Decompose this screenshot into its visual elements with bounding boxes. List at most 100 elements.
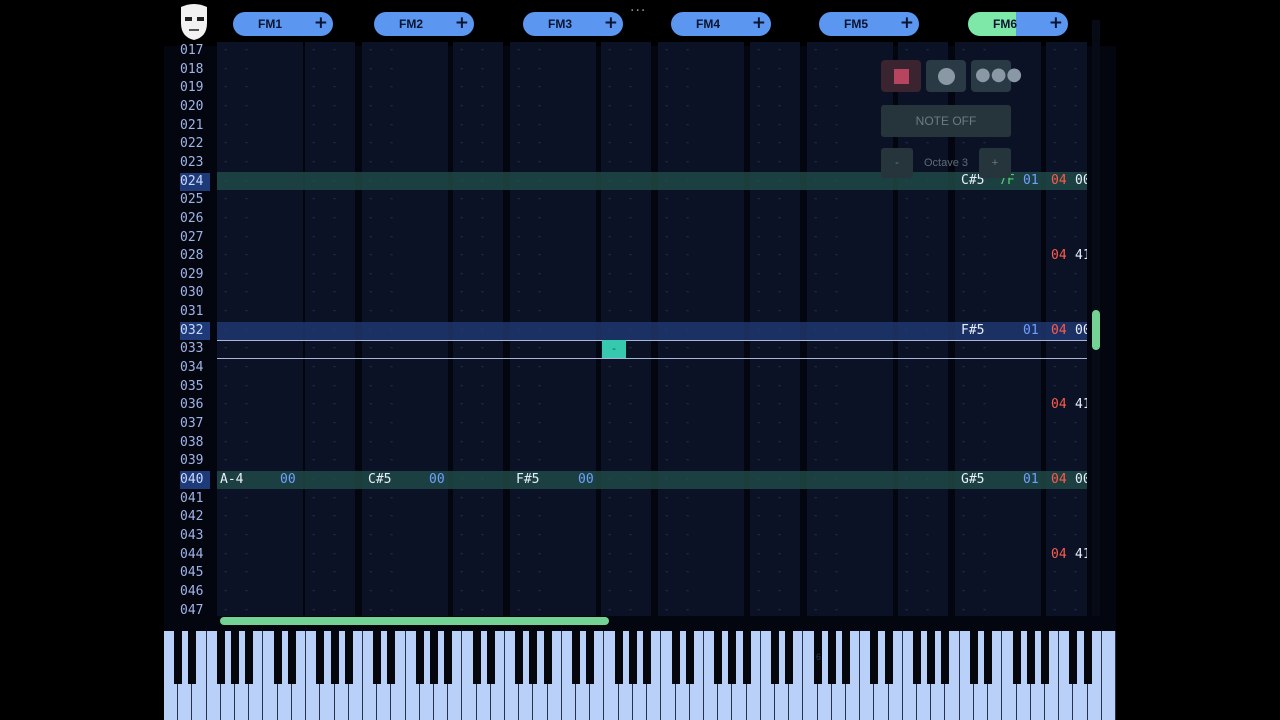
- tab-fm1[interactable]: FM1 +: [233, 12, 333, 36]
- tab-fm6[interactable]: FM6 +: [968, 12, 1068, 36]
- black-key[interactable]: [486, 631, 495, 684]
- black-key[interactable]: [344, 631, 353, 684]
- volume-cell[interactable]: 00: [280, 471, 296, 489]
- row-040[interactable]: [217, 471, 1087, 489]
- black-key[interactable]: [515, 631, 524, 684]
- row-number[interactable]: 046: [180, 583, 210, 601]
- row-number[interactable]: 039: [180, 452, 210, 470]
- black-key[interactable]: [827, 631, 836, 684]
- row-number[interactable]: 033: [180, 340, 210, 358]
- black-key[interactable]: [685, 631, 694, 684]
- add-icon[interactable]: +: [752, 13, 766, 33]
- black-key[interactable]: [984, 631, 993, 684]
- black-key[interactable]: [231, 631, 240, 684]
- effect-cell[interactable]: 04: [1051, 247, 1067, 265]
- tab-fm4[interactable]: FM4 +: [671, 12, 771, 36]
- horizontal-scrollbar[interactable]: [220, 617, 609, 625]
- row-number[interactable]: 018: [180, 61, 210, 79]
- add-icon[interactable]: +: [314, 13, 328, 33]
- black-key[interactable]: [842, 631, 851, 684]
- more-dots-icon[interactable]: ···: [630, 3, 646, 19]
- row-number[interactable]: 035: [180, 378, 210, 396]
- black-key[interactable]: [429, 631, 438, 684]
- effect-value-cell[interactable]: 41: [1075, 546, 1087, 564]
- row-number[interactable]: 047: [180, 602, 210, 620]
- black-key[interactable]: [472, 631, 481, 684]
- effect-cell[interactable]: 04: [1051, 172, 1067, 190]
- black-key[interactable]: [884, 631, 893, 684]
- black-key[interactable]: [1040, 631, 1049, 684]
- effect-value-cell[interactable]: 41: [1075, 396, 1087, 414]
- note-off-button[interactable]: NOTE OFF: [881, 105, 1011, 137]
- black-key[interactable]: [188, 631, 197, 684]
- black-key[interactable]: [927, 631, 936, 684]
- add-icon[interactable]: +: [900, 13, 914, 33]
- black-key[interactable]: [1026, 631, 1035, 684]
- black-key[interactable]: [1012, 631, 1021, 684]
- volume-cell[interactable]: 00: [429, 471, 445, 489]
- row-number[interactable]: 032: [180, 321, 210, 340]
- effect-value-cell[interactable]: 41: [1075, 247, 1087, 265]
- stop-button[interactable]: [881, 60, 921, 92]
- volume-cell[interactable]: 01: [1023, 471, 1039, 489]
- row-number[interactable]: 017: [180, 42, 210, 60]
- row-number[interactable]: 034: [180, 359, 210, 377]
- record-button[interactable]: [926, 60, 966, 92]
- white-key[interactable]: [1101, 631, 1116, 720]
- more-options-button[interactable]: ●●●: [971, 60, 1022, 92]
- row-number[interactable]: 022: [180, 135, 210, 153]
- black-key[interactable]: [728, 631, 737, 684]
- row-number[interactable]: 024: [180, 172, 210, 191]
- piano-keyboard[interactable]: 6: [164, 631, 1116, 720]
- note-cell[interactable]: F#5: [961, 322, 984, 340]
- add-icon[interactable]: +: [604, 13, 618, 33]
- row-number[interactable]: 020: [180, 98, 210, 116]
- black-key[interactable]: [870, 631, 879, 684]
- effect-value-cell[interactable]: 00: [1075, 172, 1087, 190]
- black-key[interactable]: [444, 631, 453, 684]
- row-number[interactable]: 037: [180, 415, 210, 433]
- note-cell[interactable]: F#5: [516, 471, 539, 489]
- effect-value-cell[interactable]: 00: [1075, 322, 1087, 340]
- volume-cell[interactable]: 01: [1023, 172, 1039, 190]
- row-number[interactable]: 029: [180, 266, 210, 284]
- row-number[interactable]: 042: [180, 508, 210, 526]
- black-key[interactable]: [373, 631, 382, 684]
- note-cell[interactable]: A-4: [220, 471, 243, 489]
- black-key[interactable]: [572, 631, 581, 684]
- row-number[interactable]: 023: [180, 154, 210, 172]
- effect-cell[interactable]: 04: [1051, 322, 1067, 340]
- black-key[interactable]: [671, 631, 680, 684]
- black-key[interactable]: [287, 631, 296, 684]
- row-number[interactable]: 028: [180, 247, 210, 265]
- row-032[interactable]: [217, 322, 1087, 340]
- black-key[interactable]: [529, 631, 538, 684]
- black-key[interactable]: [614, 631, 623, 684]
- note-cell[interactable]: C#5: [368, 471, 391, 489]
- octave-down-button[interactable]: -: [881, 148, 913, 178]
- effect-value-cell[interactable]: 00: [1075, 471, 1087, 489]
- row-number[interactable]: 038: [180, 434, 210, 452]
- note-cell[interactable]: G#5: [961, 471, 984, 489]
- row-number[interactable]: 026: [180, 210, 210, 228]
- row-number[interactable]: 027: [180, 229, 210, 247]
- black-key[interactable]: [1083, 631, 1092, 684]
- black-key[interactable]: [586, 631, 595, 684]
- octave-up-button[interactable]: +: [979, 148, 1011, 178]
- mask-logo-icon[interactable]: [177, 3, 211, 41]
- row-number[interactable]: 021: [180, 117, 210, 135]
- black-key[interactable]: [543, 631, 552, 684]
- row-number[interactable]: 036: [180, 396, 210, 414]
- black-key[interactable]: [273, 631, 282, 684]
- black-key[interactable]: [913, 631, 922, 684]
- row-number[interactable]: 044: [180, 546, 210, 564]
- black-key[interactable]: [387, 631, 396, 684]
- add-icon[interactable]: +: [455, 13, 469, 33]
- edit-cursor[interactable]: -: [602, 340, 626, 358]
- black-key[interactable]: [316, 631, 325, 684]
- black-key[interactable]: [216, 631, 225, 684]
- black-key[interactable]: [941, 631, 950, 684]
- add-icon[interactable]: +: [1049, 13, 1063, 33]
- black-key[interactable]: [785, 631, 794, 684]
- row-number[interactable]: 030: [180, 284, 210, 302]
